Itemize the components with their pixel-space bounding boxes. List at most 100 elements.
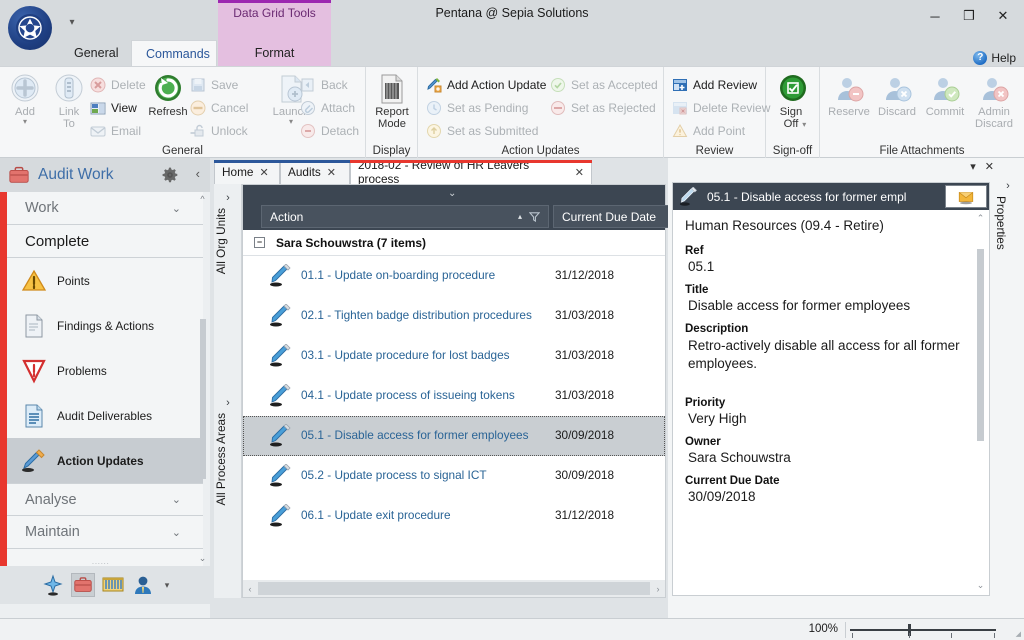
set-as-rejected-menu-item[interactable]: Set as Rejected [550, 96, 656, 119]
tab-home[interactable]: Home ✕ [214, 160, 280, 184]
row-action-label[interactable]: 02.1 - Tighten badge distribution proced… [301, 308, 532, 322]
sign-off-button[interactable]: Sign Off ▾ [772, 71, 814, 132]
tab-review-hr-leavers[interactable]: 2018-02 - Review of HR Leavers process ✕ [350, 158, 592, 186]
cancel-menu-item[interactable]: Cancel [190, 96, 248, 119]
table-row[interactable]: 02.1 - Tighten badge distribution proced… [243, 296, 665, 336]
nav-scroll-down-icon[interactable]: ⌄ [197, 553, 208, 564]
attach-menu-item[interactable]: Attach [300, 96, 355, 119]
admin-discard-button[interactable]: Admin Discard [968, 71, 1020, 130]
scroll-right-icon[interactable]: › [651, 584, 665, 594]
reporting-icon[interactable] [101, 573, 125, 597]
sidebar-item-action-updates[interactable]: Action Updates [7, 438, 203, 483]
minimize-button[interactable]: ─ [918, 2, 952, 30]
properties-scroll-thumb[interactable] [977, 249, 984, 441]
help-button[interactable]: ? Help [973, 50, 1016, 66]
nav-scroll-thumb[interactable] [200, 319, 206, 479]
refresh-button[interactable]: Refresh [147, 71, 189, 118]
reserve-label: Reserve [828, 106, 870, 118]
discard-button[interactable]: Discard [872, 71, 922, 118]
notes-button[interactable] [945, 185, 987, 208]
sidebar-item-audit-deliverables[interactable]: Audit Deliverables [7, 393, 203, 438]
side-tab-properties[interactable]: › Properties [994, 180, 1022, 250]
save-menu-item[interactable]: Save [190, 73, 238, 96]
audit-work-footer-icon[interactable] [70, 573, 95, 597]
column-header-current-due-date[interactable]: Current Due Date [553, 205, 673, 228]
tab-commands[interactable]: Commands [131, 40, 217, 66]
column-header-action[interactable]: Action ▴ [261, 205, 549, 228]
detach-menu-item[interactable]: Detach [300, 119, 359, 142]
nav-section-maintain[interactable]: Maintain ⌄ [7, 516, 203, 549]
nav-section-work[interactable]: Work ⌄ [7, 192, 203, 225]
filter-icon[interactable] [528, 211, 541, 225]
delete-menu-item[interactable]: Delete [90, 73, 146, 96]
row-action-label[interactable]: 05.1 - Disable access for former employe… [301, 428, 529, 442]
add-point-menu-item[interactable]: Add Point [672, 119, 745, 142]
maximize-button[interactable]: ❒ [952, 2, 986, 30]
zoom-slider[interactable] [850, 622, 996, 638]
gear-icon[interactable] [162, 167, 178, 183]
sidebar-item-problems[interactable]: Problems [7, 348, 203, 393]
delete-review-menu-item[interactable]: Delete Review [672, 96, 770, 119]
properties-scroll-down-icon[interactable]: ⌄ [976, 580, 985, 591]
group-expander-icon[interactable]: − [254, 237, 265, 248]
nav-footer-caret-icon[interactable]: ▾ [165, 580, 170, 591]
properties-scrollbar[interactable]: ⌃ ⌄ [976, 213, 985, 591]
nav-scrollbar[interactable]: ^ ⌄ [197, 194, 208, 564]
close-button[interactable]: ✕ [986, 2, 1020, 30]
link-to-button[interactable]: Link To [48, 71, 90, 130]
tab-audits-close-icon[interactable]: ✕ [327, 166, 336, 179]
row-action-label[interactable]: 01.1 - Update on-boarding procedure [301, 268, 495, 282]
properties-close-icon[interactable]: ✕ [985, 160, 994, 178]
table-row[interactable]: 06.1 - Update exit procedure 31/12/2018 [243, 496, 665, 536]
unlock-menu-item[interactable]: Unlock [190, 119, 248, 142]
properties-scroll-up-icon[interactable]: ⌃ [976, 213, 985, 224]
table-row[interactable]: 05.2 - Update process to signal ICT 30/0… [243, 456, 665, 496]
nav-section-analyse[interactable]: Analyse ⌄ [7, 483, 203, 516]
set-as-accepted-menu-item[interactable]: Set as Accepted [550, 73, 658, 96]
admin-icon[interactable] [131, 573, 155, 597]
nav-scroll-up-icon[interactable]: ^ [197, 194, 208, 204]
scroll-left-icon[interactable]: ‹ [243, 584, 257, 594]
set-as-submitted-menu-item[interactable]: Set as Submitted [426, 119, 538, 142]
side-tab-all-org-units[interactable]: › All Org Units [214, 192, 242, 274]
set-as-pending-menu-item[interactable]: Set as Pending [426, 96, 528, 119]
row-action-label[interactable]: 06.1 - Update exit procedure [301, 508, 451, 522]
sidebar-item-findings-actions[interactable]: Findings & Actions [7, 303, 203, 348]
add-caret-icon[interactable]: ▾ [4, 118, 46, 126]
tab-review-close-icon[interactable]: ✕ [575, 166, 584, 179]
explore-icon[interactable] [41, 573, 65, 597]
sidebar-item-points[interactable]: Points [7, 258, 203, 303]
row-action-label[interactable]: 04.1 - Update process of issueing tokens [301, 388, 515, 402]
properties-pin-icon[interactable]: ▾ [970, 160, 976, 178]
tab-audits[interactable]: Audits ✕ [280, 160, 350, 184]
row-action-label[interactable]: 05.2 - Update process to signal ICT [301, 468, 487, 482]
table-row[interactable]: 03.1 - Update procedure for lost badges … [243, 336, 665, 376]
chevron-left-icon[interactable]: ‹ [196, 166, 200, 181]
add-button[interactable]: Add ▾ [4, 71, 46, 126]
back-menu-item[interactable]: Back [300, 73, 348, 96]
table-row[interactable]: 01.1 - Update on-boarding procedure 31/1… [243, 256, 665, 296]
add-review-menu-item[interactable]: Add Review [672, 73, 757, 96]
grid-group-row[interactable]: − Sara Schouwstra (7 items) [243, 230, 665, 256]
nav-section-complete[interactable]: Complete [7, 225, 203, 258]
table-row-selected[interactable]: 05.1 - Disable access for former employe… [243, 416, 665, 456]
grid-horizontal-scrollbar[interactable]: ‹ › [243, 580, 665, 597]
tab-general[interactable]: General [60, 40, 130, 66]
tab-format[interactable]: Format [218, 40, 331, 66]
view-menu-item[interactable]: View [90, 96, 137, 119]
tab-home-close-icon[interactable]: ✕ [259, 166, 268, 179]
grid-hscroll-thumb[interactable] [258, 582, 650, 595]
sort-ascending-icon[interactable]: ▴ [518, 212, 522, 221]
grid-group-panel[interactable]: ⌄ [243, 185, 665, 203]
side-tab-all-process-areas[interactable]: › All Process Areas [214, 397, 242, 505]
window-resize-grip[interactable]: ◢ [1016, 630, 1021, 638]
reserve-button[interactable]: Reserve [824, 71, 874, 118]
table-row[interactable]: 04.1 - Update process of issueing tokens… [243, 376, 665, 416]
email-menu-item[interactable]: Email [90, 119, 141, 142]
add-action-update-menu-item[interactable]: Add Action Update [426, 73, 546, 96]
report-mode-button[interactable]: Report Mode [371, 71, 413, 130]
commit-button[interactable]: Commit [920, 71, 970, 118]
sign-off-caret-icon[interactable]: ▾ [802, 120, 806, 129]
row-action-label[interactable]: 03.1 - Update procedure for lost badges [301, 348, 510, 362]
grid-dropdown-icon[interactable]: ⌄ [448, 188, 456, 199]
